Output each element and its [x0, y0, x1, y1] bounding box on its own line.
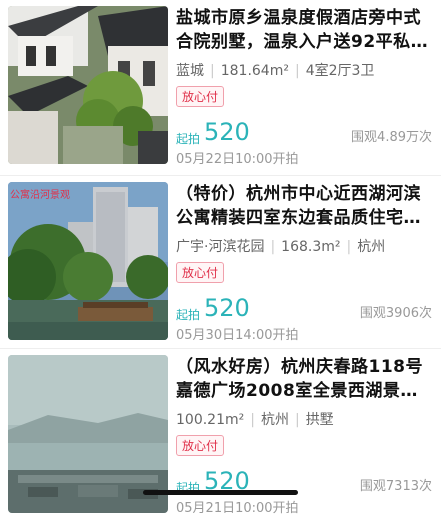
home-indicator[interactable]: [143, 490, 298, 495]
meta-divider: |: [250, 412, 255, 428]
listing-meta: 广宇·河滨花园 | 168.3m² | 杭州: [176, 236, 434, 256]
view-count: 围观3906次: [359, 306, 432, 321]
city-value: 杭州: [260, 412, 289, 428]
meta-divider: |: [346, 239, 352, 255]
listing-info: （特价）杭州市中心近西湖河滨公寓精装四室东边套品质住宅… 广宇·河滨花园 | 168…: [176, 182, 434, 346]
listing-info: 盐城市原乡温泉度假酒店旁中式合院别墅，温泉入户送92平私… 蓝城 | 181.64m…: [176, 6, 434, 170]
layout-value: 4室2厅3卫: [305, 63, 375, 79]
trust-badge: 放心付: [176, 86, 225, 107]
listing-meta: 蓝城 | 181.64m² | 4室2厅3卫: [176, 60, 434, 80]
price-row: 起拍 520 围观4.89万次: [176, 118, 434, 148]
listing-thumbnail[interactable]: [8, 6, 168, 164]
villa-courtyard-image: [8, 6, 168, 164]
area-value: 100.21m²: [176, 412, 245, 428]
view-count: 围观4.89万次: [351, 130, 432, 145]
view-count: 围观7313次: [359, 479, 432, 494]
meta-divider: |: [294, 63, 300, 79]
meta-divider: |: [294, 412, 300, 428]
riverside-apartment-image: [8, 182, 168, 340]
area-value: 168.3m²: [281, 239, 341, 255]
community-name: 广宇·河滨花园: [176, 239, 265, 255]
auction-date: 05月30日14:00开拍: [176, 328, 299, 343]
listing-card[interactable]: （风水好房）杭州庆春路118号嘉德广场2008室全景西湖景… 100.21m² |…: [0, 349, 441, 525]
trust-badge: 放心付: [176, 435, 225, 456]
starting-price: 520: [204, 118, 250, 146]
meta-divider: |: [270, 239, 276, 255]
auction-date: 05月22日10:00开拍: [176, 152, 299, 167]
listing-meta: 100.21m² | 杭州 | 拱墅: [176, 409, 434, 429]
price-row: 起拍 520 围观3906次: [176, 294, 434, 324]
listing-card[interactable]: 盐城市原乡温泉度假酒店旁中式合院别墅，温泉入户送92平私… 蓝城 | 181.64m…: [0, 0, 441, 176]
starting-price: 520: [204, 294, 250, 322]
listing-title[interactable]: 盐城市原乡温泉度假酒店旁中式合院别墅，温泉入户送92平私…: [176, 6, 434, 54]
district-value: 拱墅: [305, 412, 334, 428]
listing-title[interactable]: （特价）杭州市中心近西湖河滨公寓精装四室东边套品质住宅…: [176, 182, 434, 230]
auction-date: 05月21日10:00开拍: [176, 501, 299, 516]
price-label: 起拍: [176, 132, 201, 146]
listing-card[interactable]: 公寓沿河景观 （特价）杭州市中心近西湖河滨公寓精装四室东边套品质住宅… 广宇·河…: [0, 176, 441, 352]
listing-title[interactable]: （风水好房）杭州庆春路118号嘉德广场2008室全景西湖景…: [176, 355, 434, 403]
city-value: 杭州: [357, 239, 386, 255]
price-label: 起拍: [176, 308, 201, 322]
meta-divider: |: [210, 63, 215, 79]
area-value: 181.64m²: [220, 63, 289, 79]
image-caption: 公寓沿河景观: [10, 190, 70, 201]
community-name: 蓝城: [176, 63, 204, 79]
listing-thumbnail[interactable]: 公寓沿河景观: [8, 182, 168, 340]
trust-badge: 放心付: [176, 262, 225, 283]
